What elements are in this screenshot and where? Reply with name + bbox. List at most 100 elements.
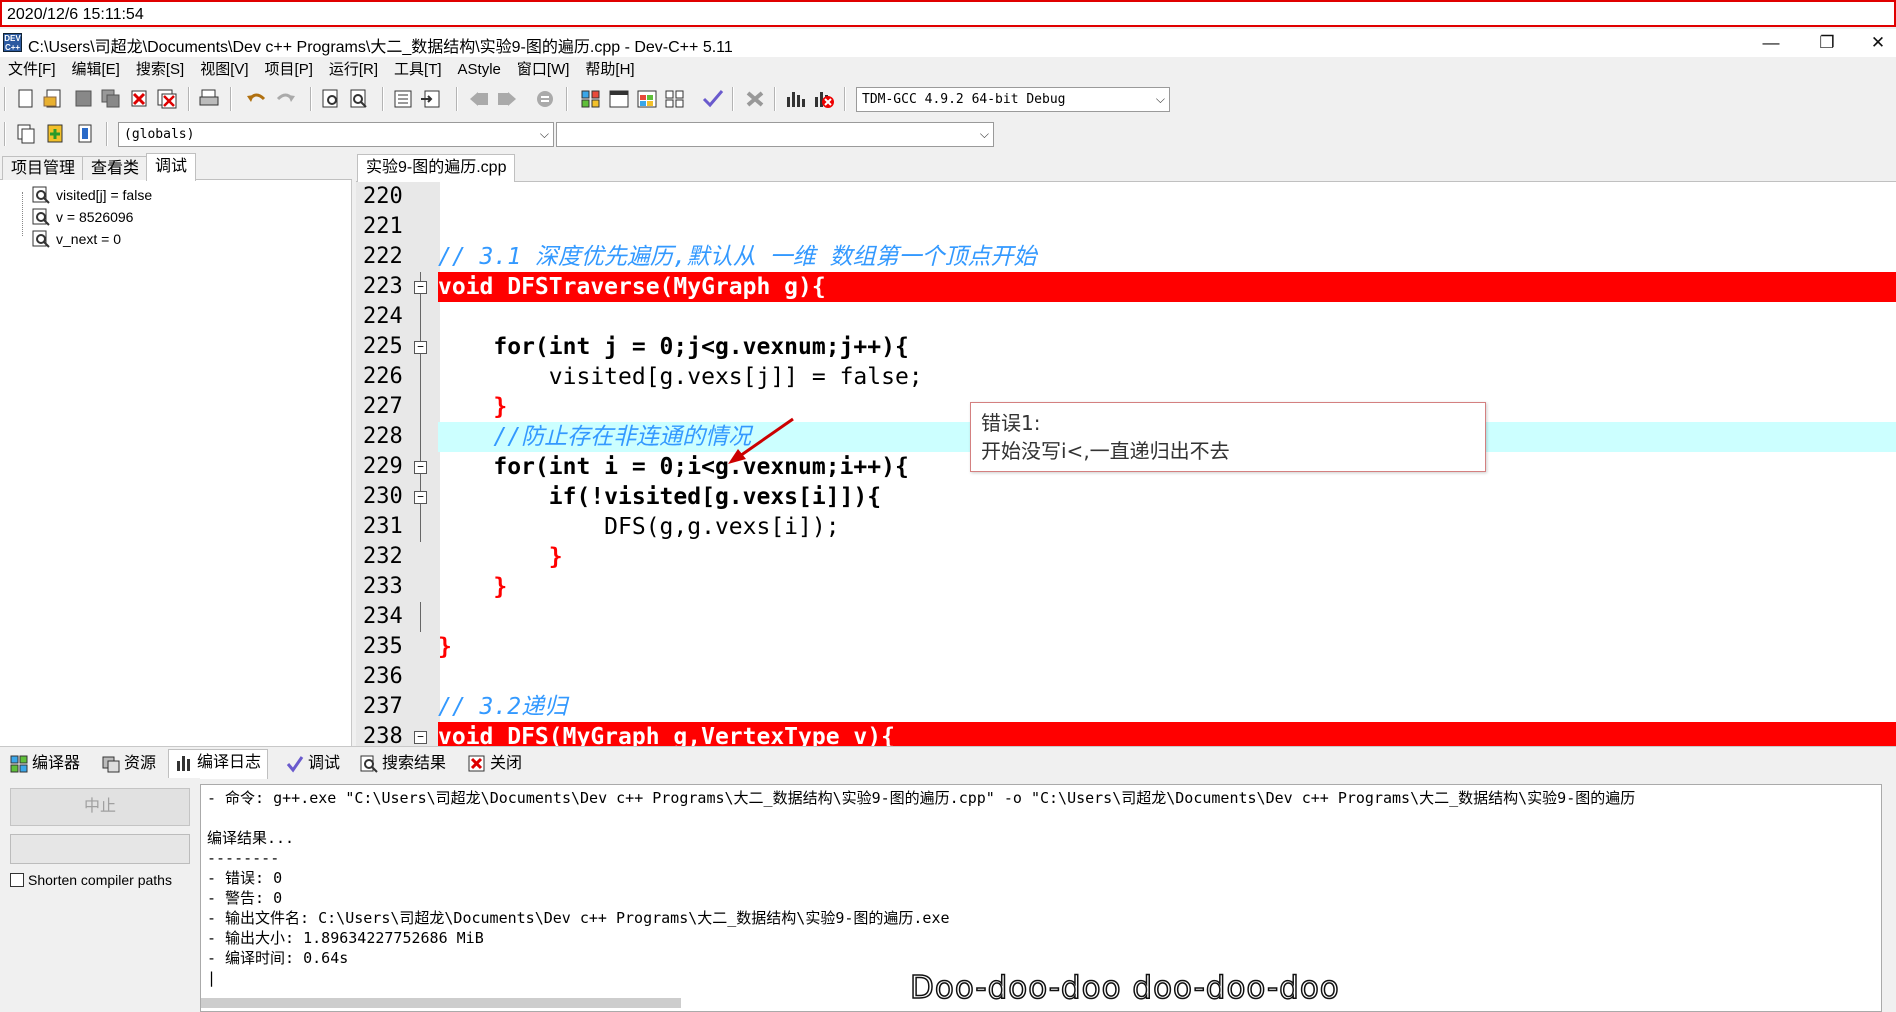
fold-minus-icon[interactable]: −	[414, 731, 427, 744]
code-line-breakpoint: 238− void DFS(MyGraph g,VertexType v){	[356, 722, 1896, 746]
menu-project[interactable]: 项目[P]	[257, 57, 321, 79]
find-icon[interactable]	[318, 87, 344, 111]
close-all-icon[interactable]	[154, 87, 180, 111]
code-text: for(int j = 0;j<g.vexnum;j++){	[438, 334, 909, 360]
toolbar-separator	[310, 87, 312, 111]
log-line: - 编译时间: 0.64s	[207, 949, 349, 967]
tab-close-panel[interactable]: 关闭	[462, 751, 528, 777]
fold-minus-icon[interactable]: −	[414, 281, 427, 294]
menu-window[interactable]: 窗口[W]	[509, 57, 578, 79]
line-number: 234	[363, 604, 403, 629]
scope-select[interactable]: (globals) ⌵	[118, 122, 554, 147]
line-number: 220	[363, 184, 403, 209]
line-number: 221	[363, 214, 403, 239]
syntax-check-icon[interactable]	[700, 87, 726, 111]
new-file-icon[interactable]	[12, 87, 38, 111]
bookmark-prev-icon[interactable]	[466, 87, 492, 111]
code-text: }	[438, 394, 508, 420]
line-number: 228	[363, 424, 403, 449]
shorten-paths-checkbox[interactable]: Shorten compiler paths	[10, 872, 172, 888]
menu-tools[interactable]: 工具[T]	[386, 57, 450, 79]
menu-search[interactable]: 搜索[S]	[128, 57, 192, 79]
fold-minus-icon[interactable]: −	[414, 341, 427, 354]
new-project-icon[interactable]	[12, 122, 38, 146]
tab-debug[interactable]: 调试	[146, 153, 197, 181]
compiler-select-value: TDM-GCC 4.9.2 64-bit Debug	[862, 92, 1066, 107]
left-panel: 项目管理 查看类 调试 visited[j] = false v = 85260…	[0, 152, 352, 746]
log-line: - 输出大小: 1.89634227752686 MiB	[207, 929, 484, 947]
project-options-icon[interactable]	[72, 122, 98, 146]
main-toolbar: TDM-GCC 4.9.2 64-bit Debug ⌵	[0, 82, 1896, 117]
code-line: 220	[356, 182, 1896, 212]
menu-astyle[interactable]: AStyle	[450, 57, 509, 79]
open-file-icon[interactable]	[40, 87, 66, 111]
profile-chart-icon[interactable]	[782, 87, 808, 111]
goto-line-icon[interactable]	[418, 87, 444, 111]
watch-item[interactable]: v = 8526096	[32, 206, 133, 228]
log-horizontal-scrollbar[interactable]	[201, 998, 681, 1008]
compiler-grid-icon	[10, 755, 28, 773]
log-line: --------	[207, 849, 280, 867]
redo-icon[interactable]	[272, 87, 298, 111]
line-number: 237	[363, 694, 403, 719]
tab-label: 编译日志	[197, 754, 262, 771]
tab-label: 关闭	[490, 755, 523, 772]
close-window-button[interactable]: ✕	[1860, 29, 1896, 57]
menu-view[interactable]: 视图[V]	[192, 57, 256, 79]
run-icon[interactable]	[606, 87, 632, 111]
menu-edit[interactable]: 编辑[E]	[64, 57, 128, 79]
tab-compiler[interactable]: 编译器	[4, 751, 86, 777]
tab-search-results[interactable]: 搜索结果	[354, 751, 452, 777]
code-line: 222 // 3.1 深度优先遍历,默认从 一维 数组第一个顶点开始	[356, 242, 1896, 272]
stop-execution-icon[interactable]	[742, 87, 768, 111]
line-number: 236	[363, 664, 403, 689]
log-line: - 输出文件名: C:\Users\司超龙\Documents\Dev c++ …	[207, 909, 950, 927]
abort-compile-button[interactable]: 中止	[10, 788, 190, 826]
undo-icon[interactable]	[244, 87, 270, 111]
add-to-project-icon[interactable]	[42, 122, 68, 146]
devcpp-app-icon: DEV C++	[3, 33, 22, 52]
tab-compile-log[interactable]: 编译日志	[168, 749, 269, 779]
fold-minus-icon[interactable]: −	[414, 491, 427, 504]
search-results-icon	[360, 755, 378, 773]
tab-label: 调试	[308, 755, 341, 772]
log-vertical-scrollbar[interactable]	[1882, 784, 1896, 1012]
indent-icon[interactable]	[390, 87, 416, 111]
code-text: // 3.2递归	[438, 694, 568, 720]
restore-button[interactable]: ❐	[1804, 29, 1850, 57]
line-number: 238	[363, 724, 403, 746]
print-icon[interactable]	[196, 87, 222, 111]
menu-run[interactable]: 运行[R]	[321, 57, 386, 79]
file-tab-active[interactable]: 实验9-图的遍历.cpp	[357, 154, 516, 182]
watch-item[interactable]: visited[j] = false	[32, 184, 152, 206]
checkbox-box[interactable]	[10, 873, 24, 887]
tab-project[interactable]: 项目管理	[2, 156, 85, 180]
code-text: }	[438, 544, 563, 570]
close-file-icon[interactable]	[126, 87, 152, 111]
compiler-select[interactable]: TDM-GCC 4.9.2 64-bit Debug ⌵	[856, 87, 1170, 112]
replace-icon[interactable]	[346, 87, 372, 111]
toolbar-separator	[456, 87, 458, 111]
rebuild-icon[interactable]	[662, 87, 688, 111]
save-icon[interactable]	[70, 87, 96, 111]
minimize-button[interactable]: —	[1748, 29, 1794, 57]
save-all-icon[interactable]	[98, 87, 124, 111]
compile-controls: 中止 Shorten compiler paths	[0, 778, 200, 1012]
tab-debug-bottom[interactable]: 调试	[280, 751, 346, 777]
fold-minus-icon[interactable]: −	[414, 461, 427, 474]
annotation-title: 错误1:	[981, 411, 1041, 435]
toggle-comment-icon[interactable]	[532, 87, 558, 111]
delete-profile-icon[interactable]	[810, 87, 836, 111]
file-tabs: 实验9-图的遍历.cpp	[356, 152, 1896, 182]
tab-resources[interactable]: 资源	[96, 751, 162, 777]
bookmark-next-icon[interactable]	[494, 87, 520, 111]
watch-item[interactable]: v_next = 0	[32, 228, 121, 250]
menu-help[interactable]: 帮助[H]	[577, 57, 642, 79]
tab-classes[interactable]: 查看类	[82, 156, 149, 180]
symbol-select[interactable]: ⌵	[556, 122, 994, 147]
menu-file[interactable]: 文件[F]	[0, 57, 64, 79]
code-line: 231 DFS(g,g.vexs[i]);	[356, 512, 1896, 542]
compile-icon[interactable]	[578, 87, 604, 111]
line-number: 227	[363, 394, 403, 419]
compile-run-icon[interactable]	[634, 87, 660, 111]
